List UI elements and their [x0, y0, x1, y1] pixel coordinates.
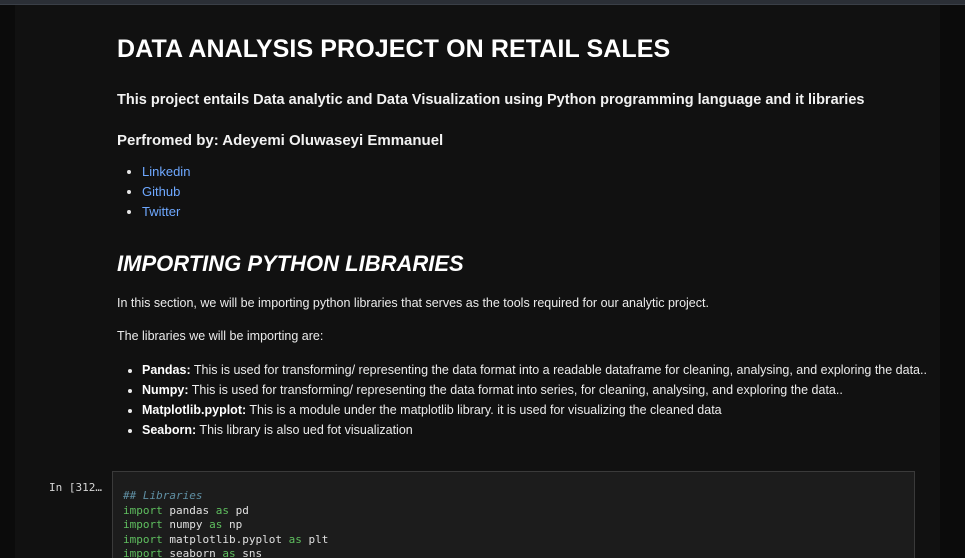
libraries-intro-text: The libraries we will be importing are:	[117, 329, 324, 343]
library-name: Numpy:	[142, 383, 189, 397]
author-line: Perfromed by: Adeyemi Oluwaseyi Emmanuel	[117, 132, 444, 149]
list-item: Numpy: This is used for transforming/ re…	[142, 380, 932, 400]
code-comment: ## Libraries	[123, 489, 203, 502]
list-item: Github	[142, 182, 190, 202]
code-cell-editor[interactable]: ## Libraries import pandas as pd import …	[112, 471, 915, 558]
twitter-link[interactable]: Twitter	[142, 204, 180, 219]
code-alias: plt	[301, 532, 329, 546]
code-keyword: as	[288, 532, 302, 546]
code-keyword: as	[209, 518, 223, 532]
code-module: matplotlib.pyplot	[162, 532, 289, 546]
code-keyword: import	[123, 532, 163, 546]
list-item: Linkedin	[142, 162, 190, 182]
libraries-list: Pandas: This is used for transforming/ r…	[117, 360, 932, 440]
code-text: ## Libraries import pandas as pd import …	[123, 489, 328, 558]
code-keyword: import	[123, 518, 163, 532]
social-links-list: Linkedin Github Twitter	[117, 162, 190, 222]
library-description: This library is also ued fot visualizati…	[196, 423, 413, 437]
list-item: Pandas: This is used for transforming/ r…	[142, 360, 932, 380]
code-keyword: as	[215, 503, 229, 517]
project-description: This project entails Data analytic and D…	[117, 92, 865, 108]
section-intro-text: In this section, we will be importing py…	[117, 296, 709, 310]
list-item: Seaborn: This library is also ued fot vi…	[142, 420, 932, 440]
cell-prompt: In [312…	[49, 481, 102, 494]
list-item: Twitter	[142, 202, 190, 222]
code-keyword: import	[123, 503, 163, 517]
page-title: DATA ANALYSIS PROJECT ON RETAIL SALES	[117, 35, 671, 63]
left-gutter	[0, 5, 15, 558]
library-description: This is a module under the matplotlib li…	[246, 403, 722, 417]
github-link[interactable]: Github	[142, 184, 180, 199]
code-module: numpy	[162, 518, 210, 532]
right-gutter	[940, 5, 965, 558]
code-alias: pd	[228, 503, 249, 517]
library-description: This is used for transforming/ represent…	[188, 383, 843, 397]
code-keyword: import	[123, 547, 163, 558]
library-name: Pandas:	[142, 363, 191, 377]
linkedin-link[interactable]: Linkedin	[142, 164, 190, 179]
code-keyword: as	[222, 547, 236, 558]
library-description: This is used for transforming/ represent…	[190, 363, 927, 377]
list-item: Matplotlib.pyplot: This is a module unde…	[142, 400, 932, 420]
library-name: Seaborn:	[142, 423, 197, 437]
code-alias: np	[222, 518, 243, 532]
code-module: pandas	[162, 503, 216, 517]
library-name: Matplotlib.pyplot:	[142, 403, 247, 417]
notebook-area: DATA ANALYSIS PROJECT ON RETAIL SALES Th…	[15, 5, 940, 558]
section-heading: IMPORTING PYTHON LIBRARIES	[117, 251, 464, 276]
code-module: seaborn	[162, 547, 223, 558]
code-alias: sns	[235, 547, 263, 558]
